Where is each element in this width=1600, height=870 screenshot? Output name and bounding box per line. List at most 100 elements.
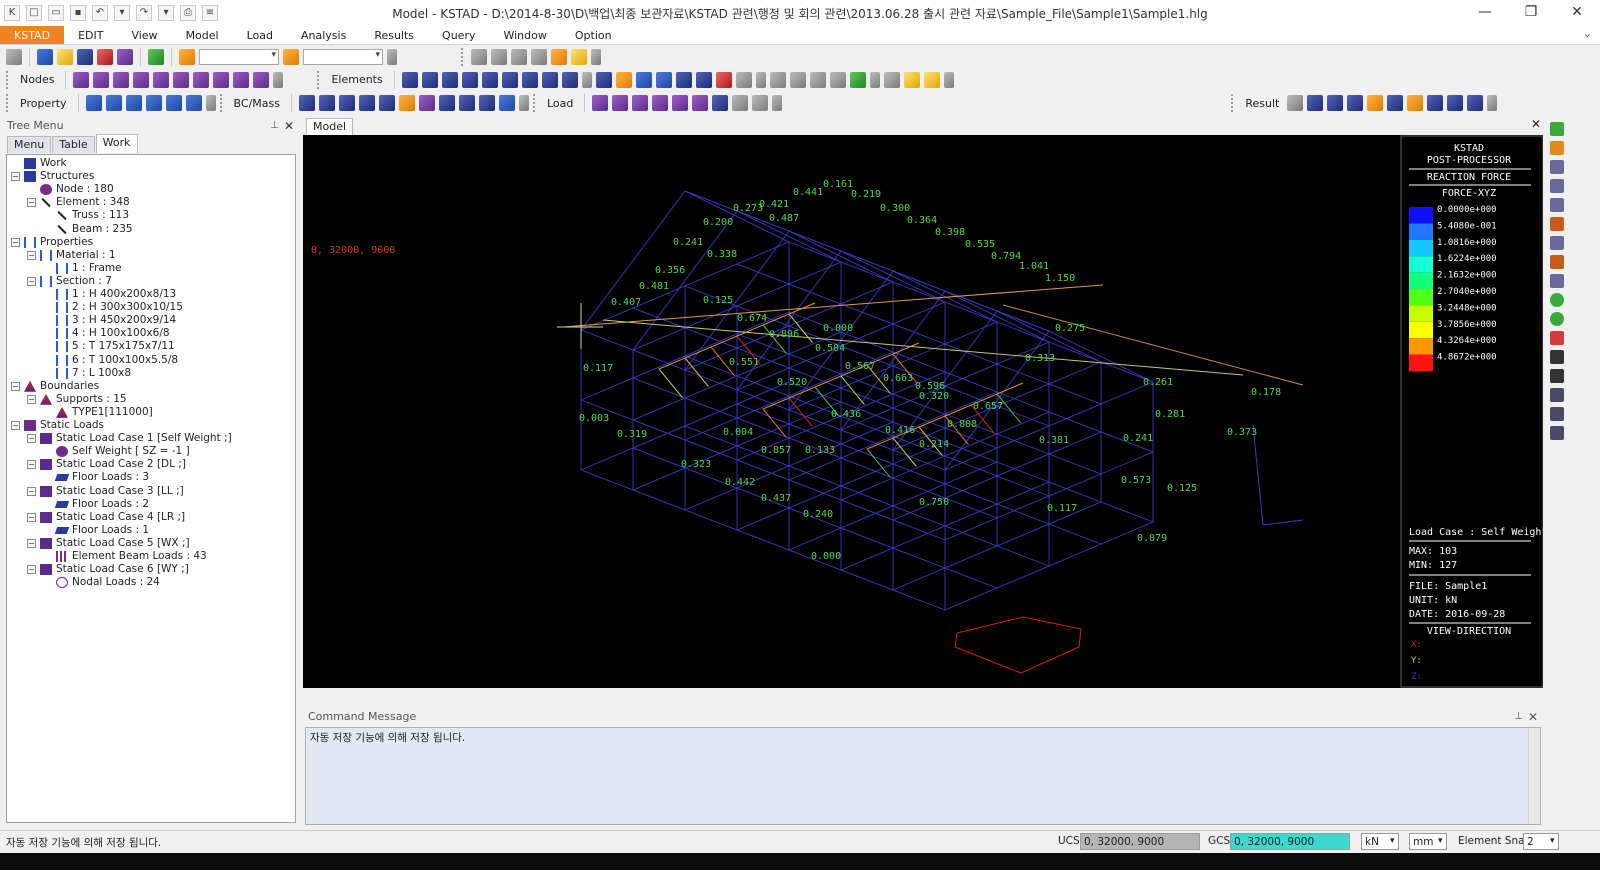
element-intersect-icon[interactable]	[521, 71, 538, 88]
dropdown-icon[interactable]	[772, 95, 783, 111]
view-icon[interactable]	[1550, 122, 1564, 136]
lock-icon[interactable]	[903, 71, 920, 88]
beam-load-icon[interactable]	[652, 95, 669, 111]
chevron-down-icon[interactable]: ▾	[1390, 833, 1395, 850]
cube-bottom-icon[interactable]	[1550, 236, 1564, 250]
tree-item[interactable]: − Element : 348	[27, 196, 130, 209]
tree-item[interactable]: − Section : 7	[27, 275, 112, 288]
dropdown-icon[interactable]	[581, 71, 592, 88]
collapse-toggle-icon[interactable]: −	[27, 486, 36, 496]
tree-item[interactable]: − Static Load Case 6 [WY ;]	[27, 563, 189, 576]
cube-back-icon[interactable]	[1550, 217, 1564, 231]
menu-model[interactable]: Model	[172, 26, 233, 44]
tree-item[interactable]: 4 : H 100x100x6/8	[56, 327, 170, 340]
collapse-toggle-icon[interactable]: −	[27, 198, 36, 208]
load-combination-icon[interactable]	[752, 95, 769, 111]
menu-query[interactable]: Query	[428, 26, 489, 44]
wind-load-icon[interactable]	[712, 95, 729, 111]
command-message-body[interactable]: 자동 저장 기능에 의해 저장 됩니다.	[305, 727, 1541, 825]
node-move-icon[interactable]	[113, 71, 130, 88]
mass-icon[interactable]	[398, 95, 415, 111]
cube-front-icon[interactable]	[1550, 141, 1564, 155]
tree-item[interactable]: Nodal Loads : 24	[56, 576, 160, 589]
redo-dropdown-icon[interactable]: ▾	[158, 5, 174, 21]
cube-right-icon[interactable]	[1550, 255, 1564, 269]
tree-item[interactable]: − Static Load Case 5 [WX ;]	[27, 537, 190, 550]
unselect-icon[interactable]	[735, 71, 752, 88]
tree-item[interactable]: − Material : 1	[27, 249, 116, 262]
tab-model[interactable]: Model	[306, 118, 354, 135]
print-icon[interactable]: ⎙	[180, 5, 196, 21]
restore-button[interactable]: ❐	[1508, 0, 1554, 26]
undo-icon[interactable]: ↶	[92, 5, 108, 21]
dropdown-icon[interactable]	[205, 95, 216, 111]
animation-icon[interactable]	[1427, 95, 1444, 111]
app-icon[interactable]: K	[4, 5, 20, 21]
tab-menu[interactable]: Menu	[7, 136, 52, 153]
open-folder-icon[interactable]: ▭	[48, 5, 64, 21]
element-delete-icon[interactable]	[561, 71, 578, 88]
grid-icon[interactable]	[471, 49, 487, 65]
beam-end-icon[interactable]	[458, 95, 475, 111]
tree-item[interactable]: − Static Loads	[11, 419, 104, 432]
node-copy-icon[interactable]	[93, 71, 110, 88]
element-copy-icon[interactable]	[421, 71, 438, 88]
boundary-group-icon[interactable]	[498, 95, 515, 111]
load-case-icon[interactable]	[592, 95, 609, 111]
polygon-select-icon[interactable]	[655, 71, 672, 88]
collapse-toggle-icon[interactable]: −	[27, 538, 36, 548]
element-divide-icon[interactable]	[481, 71, 498, 88]
close-icon[interactable]: ✕	[1528, 708, 1538, 726]
view-top-icon[interactable]	[809, 71, 826, 88]
tab-work[interactable]: Work	[95, 134, 138, 153]
view-front-icon[interactable]	[769, 71, 786, 88]
calculator-icon[interactable]	[531, 49, 547, 65]
collapse-toggle-icon[interactable]: −	[27, 276, 36, 286]
tree-item[interactable]: TYPE1[111000]	[56, 406, 153, 419]
tree-item[interactable]: Floor Loads : 1	[54, 524, 149, 537]
zoom-in-icon[interactable]	[1550, 407, 1564, 421]
tab-table[interactable]: Table	[52, 136, 95, 153]
tree-item[interactable]: 5 : T 175x175x7/11	[56, 340, 175, 353]
node-renumber-icon[interactable]	[233, 71, 250, 88]
result-table-icon[interactable]	[1467, 95, 1484, 111]
display-icon[interactable]	[117, 49, 133, 65]
hide-elements-icon[interactable]	[883, 71, 900, 88]
constraint-icon[interactable]	[438, 95, 455, 111]
hide-icon[interactable]	[97, 49, 113, 65]
menu-view[interactable]: View	[117, 26, 171, 44]
pin-icon[interactable]: ⊥	[270, 117, 279, 135]
cube-left-icon[interactable]	[1550, 274, 1564, 288]
menu-results[interactable]: Results	[360, 26, 428, 44]
collapse-toggle-icon[interactable]: −	[27, 565, 36, 575]
render-icon[interactable]	[77, 49, 93, 65]
offset-icon[interactable]	[378, 95, 395, 111]
node-mirror-icon[interactable]	[193, 71, 210, 88]
tree-item[interactable]: − Static Load Case 3 [LL ;]	[27, 485, 184, 498]
tree-view-icon[interactable]	[6, 49, 22, 65]
view-iso-icon[interactable]	[829, 71, 846, 88]
section-c-icon[interactable]	[145, 95, 162, 111]
tree-item[interactable]: − Supports : 15	[27, 393, 127, 406]
load-table-icon[interactable]	[732, 95, 749, 111]
chevron-down-icon[interactable]: ▾	[1550, 833, 1555, 850]
dropdown-icon[interactable]	[755, 71, 766, 88]
tree-item[interactable]: 7 : L 100x8	[56, 367, 131, 380]
dropdown-icon[interactable]	[273, 71, 284, 88]
view-select-icon[interactable]	[57, 49, 73, 65]
table-icon[interactable]	[511, 49, 527, 65]
deformed-shape-icon[interactable]	[1307, 95, 1324, 111]
model-viewport[interactable]: 0.161 0.219 0.300 0.364 0.398 0.535 0.794 1.041…	[303, 135, 1543, 688]
tree-item[interactable]: Node : 180	[40, 183, 114, 196]
save-icon[interactable]: ▪	[70, 5, 86, 21]
tree-item[interactable]: − Static Load Case 4 [LR ;]	[27, 511, 185, 524]
collapse-toggle-icon[interactable]: −	[27, 512, 36, 522]
node-merge-icon[interactable]	[173, 71, 190, 88]
sphere-icon[interactable]	[551, 49, 567, 65]
element-extrude-icon[interactable]	[441, 71, 458, 88]
support-icon[interactable]	[298, 95, 315, 111]
tree-item[interactable]: 3 : H 450x200x9/14	[56, 314, 176, 327]
load-case-combo[interactable]	[199, 49, 279, 65]
menu-load[interactable]: Load	[233, 26, 287, 44]
customize-toolbar-icon[interactable]: ≡	[202, 5, 218, 21]
